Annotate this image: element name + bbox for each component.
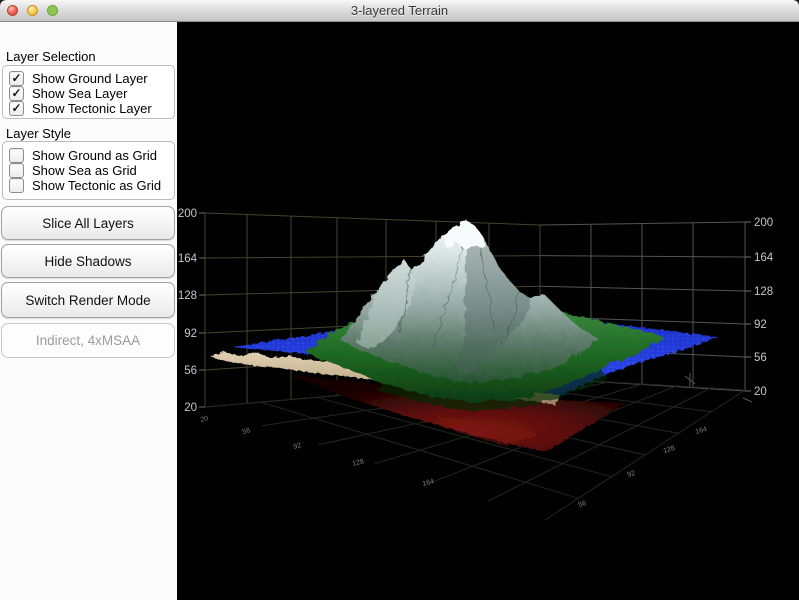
checkbox-label: Show Ground as Grid (32, 148, 158, 163)
title-bar: 3-layered Terrain (0, 0, 799, 22)
svg-text:20: 20 (184, 402, 197, 414)
checkbox-label: Show Tectonic as Grid (32, 178, 162, 193)
checkbox-label: Show Ground Layer (32, 71, 148, 86)
checkbox-show-sea-as-grid[interactable]: ✓ (9, 163, 24, 178)
hide-shadows-button[interactable]: Hide Shadows (1, 244, 175, 278)
terrain-scene: 20 56 92 128 164 164 128 92 56 200 164 1… (177, 22, 799, 600)
svg-text:128: 128 (754, 286, 773, 298)
row-show-tectonic-layer[interactable]: ✓ Show Tectonic Layer (9, 101, 152, 116)
row-show-ground-layer[interactable]: ✓ Show Ground Layer (9, 71, 148, 86)
checkbox-show-tectonic-layer[interactable]: ✓ (9, 101, 24, 116)
row-show-sea-layer[interactable]: ✓ Show Sea Layer (9, 86, 127, 101)
svg-text:56: 56 (184, 365, 197, 377)
check-icon: ✓ (11, 101, 22, 115)
svg-text:92: 92 (184, 328, 197, 340)
svg-text:164: 164 (754, 252, 774, 264)
terrain-3d-view[interactable]: 20 56 92 128 164 164 128 92 56 200 164 1… (177, 22, 799, 600)
row-show-tectonic-as-grid[interactable]: ✓ Show Tectonic as Grid (9, 178, 161, 193)
svg-text:20: 20 (754, 386, 767, 398)
checkbox-label: Show Tectonic Layer (32, 101, 152, 116)
switch-render-mode-button[interactable]: Switch Render Mode (1, 282, 175, 318)
checkbox-show-ground-as-grid[interactable]: ✓ (9, 148, 24, 163)
control-sidebar: Layer Selection ✓ Show Ground Layer ✓ Sh… (0, 22, 177, 600)
checkbox-label: Show Sea Layer (32, 86, 128, 101)
section-title-layer-selection: Layer Selection (6, 49, 96, 64)
svg-text:200: 200 (754, 217, 773, 229)
checkbox-show-ground-layer[interactable]: ✓ (9, 71, 24, 86)
checkbox-show-sea-layer[interactable]: ✓ (9, 86, 24, 101)
slice-all-layers-button[interactable]: Slice All Layers (1, 206, 175, 240)
row-show-ground-as-grid[interactable]: ✓ Show Ground as Grid (9, 148, 157, 163)
checkbox-show-tectonic-as-grid[interactable]: ✓ (9, 178, 24, 193)
svg-text:164: 164 (178, 253, 198, 265)
svg-text:92: 92 (754, 319, 767, 331)
section-title-layer-style: Layer Style (6, 126, 72, 141)
check-icon: ✓ (11, 71, 22, 85)
app-window: 3-layered Terrain Layer Selection ✓ Show… (0, 0, 799, 600)
checkbox-label: Show Sea as Grid (32, 163, 137, 178)
window-title: 3-layered Terrain (350, 3, 449, 18)
svg-text:200: 200 (178, 208, 197, 220)
check-icon: ✓ (11, 86, 22, 100)
row-show-sea-as-grid[interactable]: ✓ Show Sea as Grid (9, 163, 137, 178)
svg-text:128: 128 (178, 290, 197, 302)
render-mode-status: Indirect, 4xMSAA (1, 323, 175, 358)
svg-text:56: 56 (754, 352, 767, 364)
